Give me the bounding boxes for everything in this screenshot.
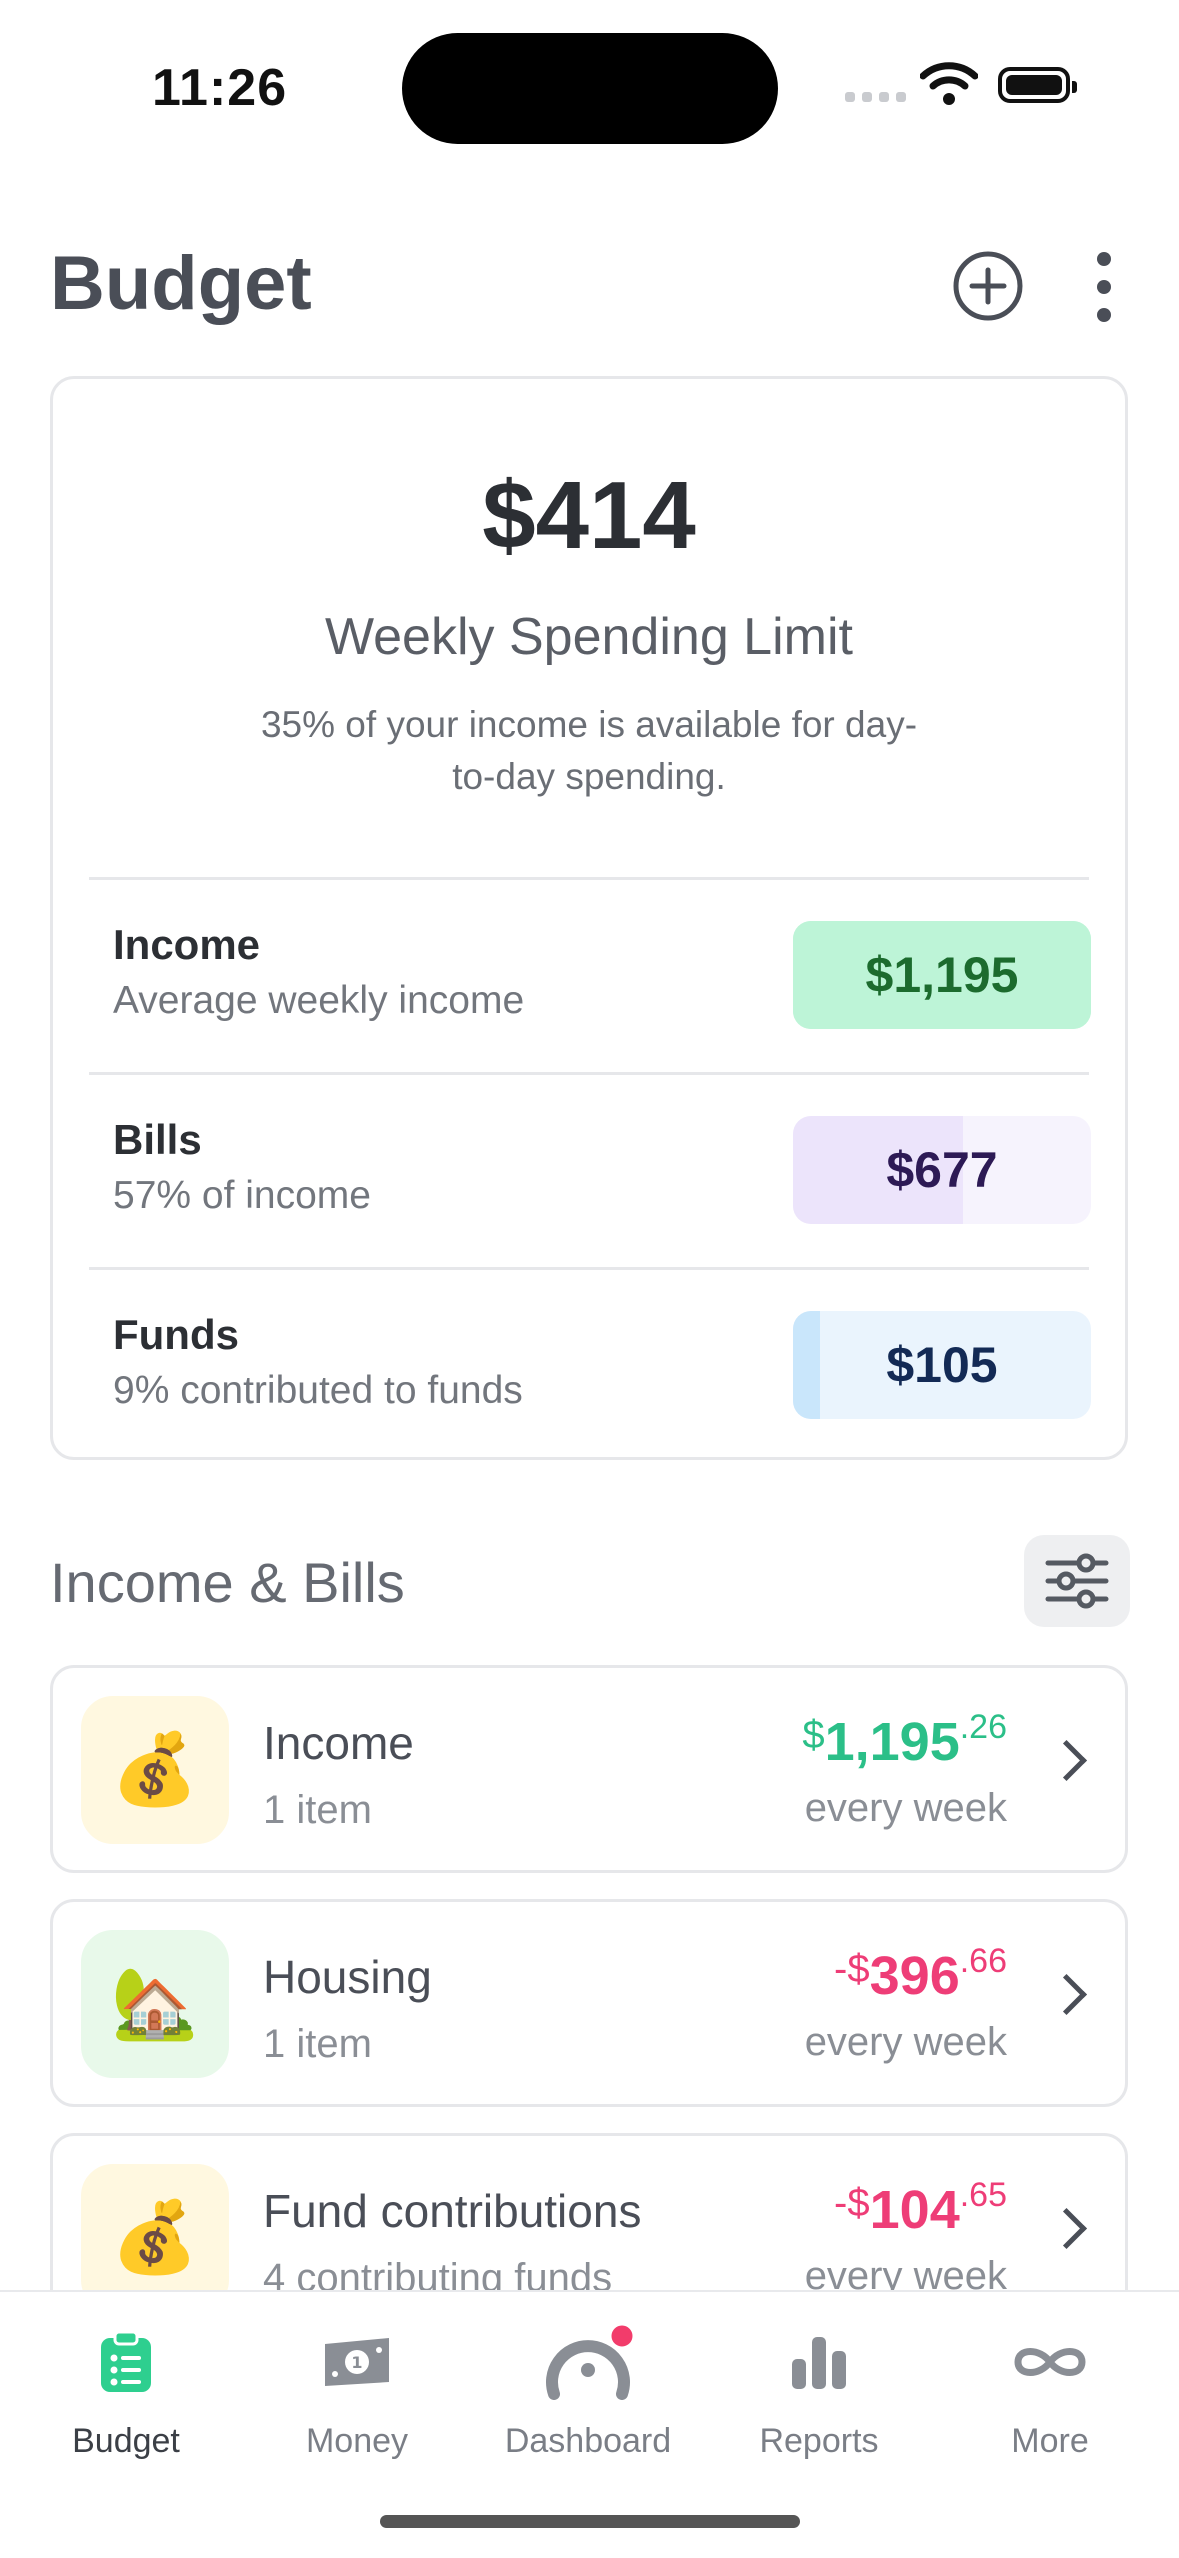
- chevron-right-icon: [1045, 1973, 1088, 2016]
- category-name: Housing: [263, 1951, 432, 2003]
- tab-reports[interactable]: Reports: [704, 2322, 934, 2461]
- bills-row-title: Bills: [113, 1116, 202, 1163]
- funds-amount: $105: [886, 1337, 998, 1393]
- category-name: Fund contributions: [263, 2185, 642, 2237]
- house-icon: 🏡: [81, 1930, 229, 2078]
- battery-icon: [998, 67, 1077, 103]
- sliders-icon: [1045, 1553, 1109, 1609]
- tab-label: More: [1011, 2422, 1089, 2460]
- banknote-icon: 1: [325, 2338, 389, 2386]
- filter-button[interactable]: [1024, 1535, 1130, 1627]
- weekly-limit-amount: $414: [482, 462, 696, 569]
- category-row-income[interactable]: 💰 Income 1 item $1,195.26 every week: [50, 1665, 1128, 1873]
- infinity-icon: [1014, 2348, 1086, 2376]
- category-item-count: 1 item: [263, 2022, 372, 2066]
- bills-amount: $677: [886, 1142, 998, 1198]
- income-amount-pill[interactable]: $1,195: [793, 921, 1091, 1029]
- divider: [89, 877, 1089, 880]
- amount-whole: 1,195: [824, 1712, 960, 1772]
- category-row-housing[interactable]: 🏡 Housing 1 item -$396.66 every week: [50, 1899, 1128, 2107]
- tab-label: Dashboard: [504, 2422, 672, 2460]
- bills-amount-pill[interactable]: $677: [793, 1116, 1091, 1224]
- amount-whole: 104: [869, 2180, 960, 2240]
- amount-cents: .66: [959, 1942, 1007, 1980]
- tab-money[interactable]: 1 Money: [242, 2322, 472, 2461]
- bar-chart-icon: [792, 2337, 846, 2389]
- funds-row-title: Funds: [113, 1311, 239, 1358]
- category-amount: -$104.65: [834, 2176, 1007, 2241]
- weekly-limit-description: 35% of your income is available for day-…: [260, 704, 918, 797]
- gauge-icon: [546, 2324, 636, 2400]
- weekly-limit-label: Weekly Spending Limit: [325, 608, 853, 666]
- amount-currency: $: [802, 1713, 825, 1757]
- tab-more[interactable]: More: [935, 2322, 1165, 2461]
- income-row-subtitle: Average weekly income: [113, 979, 525, 1022]
- page-title: Budget: [50, 241, 312, 326]
- chevron-right-icon: [1045, 1739, 1088, 1782]
- amount-whole: 396: [869, 1946, 960, 2006]
- category-frequency: every week: [804, 1786, 1007, 1830]
- amount-currency: $: [847, 1947, 870, 1991]
- divider: [89, 1072, 1089, 1075]
- home-indicator[interactable]: [380, 2515, 800, 2528]
- money-bag-icon: 💰: [81, 1696, 229, 1844]
- status-time: 11:26: [152, 59, 288, 117]
- cellular-signal-icon: [845, 92, 906, 102]
- category-amount: $1,195.26: [802, 1708, 1007, 1773]
- clipboard-list-icon: [101, 2330, 151, 2392]
- notification-badge: [608, 2324, 636, 2350]
- tab-dashboard[interactable]: Dashboard: [473, 2322, 703, 2461]
- amount-sign: -: [834, 2181, 848, 2225]
- tab-label: Reports: [759, 2422, 879, 2460]
- tab-budget[interactable]: Budget: [11, 2322, 241, 2461]
- tab-label: Budget: [72, 2422, 180, 2460]
- amount-sign: -: [834, 1947, 848, 1991]
- divider: [89, 1267, 1089, 1270]
- spending-summary-card: $414 Weekly Spending Limit 35% of your i…: [50, 376, 1128, 1460]
- add-button[interactable]: [952, 250, 1024, 322]
- section-title: Income & Bills: [50, 1551, 405, 1614]
- category-name: Income: [263, 1717, 414, 1769]
- category-amount: -$396.66: [834, 1942, 1007, 2007]
- dynamic-island: [402, 33, 778, 144]
- bills-row-subtitle: 57% of income: [113, 1174, 371, 1217]
- amount-cents: .65: [959, 2176, 1007, 2214]
- category-frequency: every week: [804, 2020, 1007, 2064]
- amount-currency: $: [847, 2181, 870, 2225]
- svg-text:1: 1: [351, 2353, 362, 2372]
- funds-amount-pill[interactable]: $105: [793, 1311, 1091, 1419]
- funds-row-subtitle: 9% contributed to funds: [113, 1369, 523, 1412]
- chevron-right-icon: [1045, 2207, 1088, 2250]
- income-row-title: Income: [113, 921, 261, 968]
- more-options-button[interactable]: [1090, 252, 1118, 322]
- category-item-count: 1 item: [263, 1788, 372, 1832]
- income-amount: $1,195: [865, 947, 1019, 1003]
- wifi-icon: [920, 62, 978, 105]
- amount-cents: .26: [959, 1708, 1007, 1746]
- tab-label: Money: [305, 2422, 409, 2460]
